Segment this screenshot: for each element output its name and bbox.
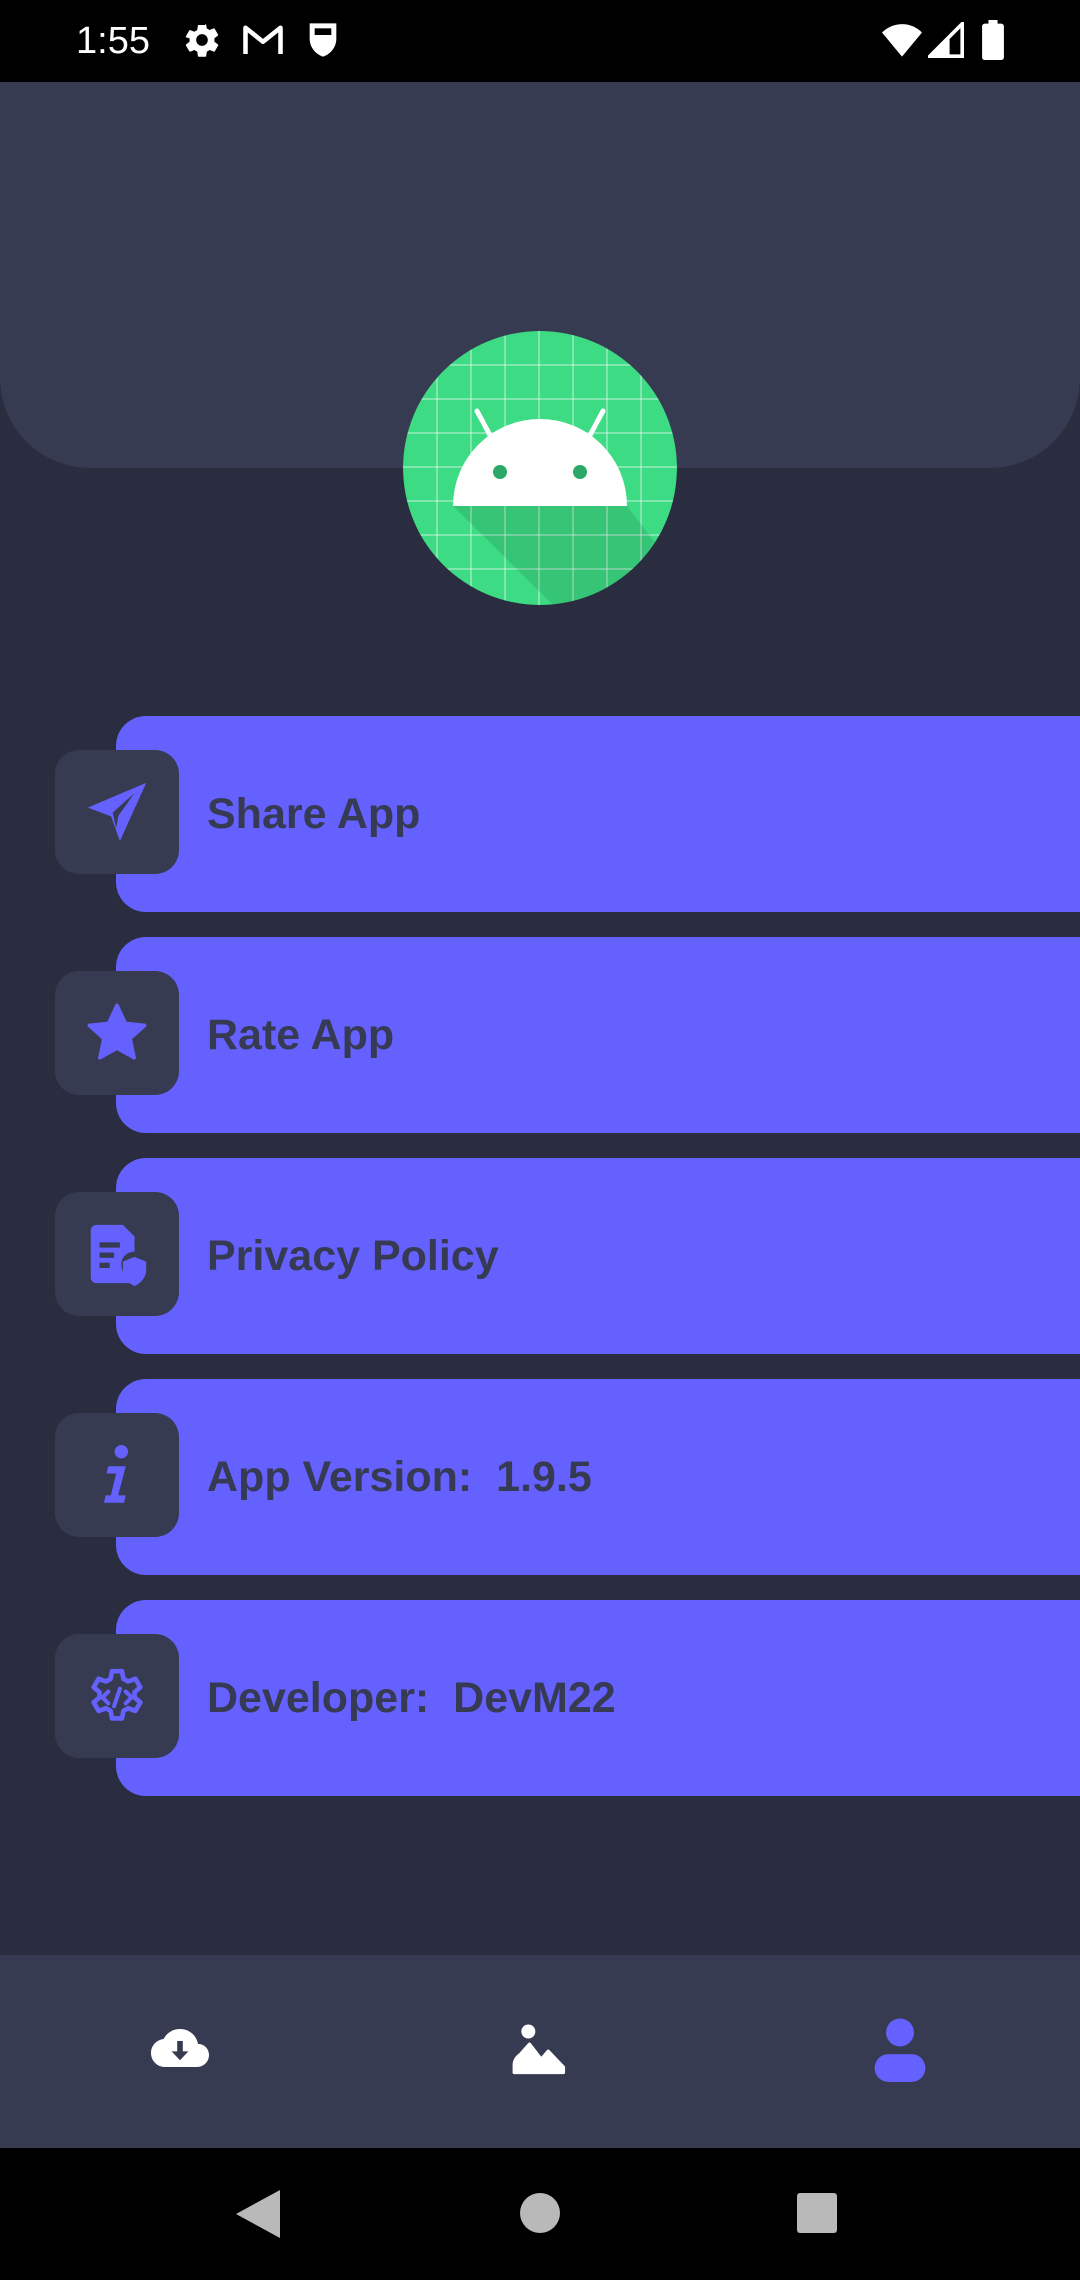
- settings-icon: [182, 20, 222, 65]
- home-icon[interactable]: [519, 2192, 561, 2239]
- privacy-policy-icon: [55, 1192, 179, 1316]
- nav-gallery[interactable]: [360, 1955, 720, 2148]
- developer-label: Developer: DevM22: [207, 1673, 616, 1722]
- send-icon: [55, 750, 179, 874]
- nav-profile[interactable]: [720, 1955, 1080, 2148]
- system-navigation-bar: [0, 2148, 1080, 2280]
- rate-app-item[interactable]: Rate App: [0, 937, 1080, 1133]
- battery-icon: [982, 20, 1004, 65]
- cloud-download-icon: [150, 2025, 210, 2078]
- privacy-policy-item[interactable]: Privacy Policy: [0, 1158, 1080, 1354]
- status-time: 1:55: [76, 20, 150, 62]
- shield-icon: [306, 20, 340, 65]
- rate-app-label: Rate App: [207, 1010, 395, 1059]
- gmail-icon: [242, 20, 284, 65]
- app-version-item[interactable]: App Version: 1.9.5: [0, 1379, 1080, 1575]
- info-icon: [55, 1413, 179, 1537]
- wifi-icon: [882, 22, 922, 63]
- recents-icon[interactable]: [797, 2193, 837, 2238]
- profile-icon: [874, 2016, 926, 2087]
- developer-settings-icon: [55, 1634, 179, 1758]
- app-version-label: App Version: 1.9.5: [207, 1452, 592, 1501]
- bottom-navigation: [0, 1955, 1080, 2148]
- gallery-icon: [511, 2021, 569, 2082]
- status-bar: 1:55: [0, 0, 1080, 82]
- android-logo-icon: [403, 331, 677, 605]
- nav-downloads[interactable]: [0, 1955, 360, 2148]
- developer-item[interactable]: Developer: DevM22: [0, 1600, 1080, 1796]
- star-icon: [55, 971, 179, 1095]
- signal-icon: [925, 19, 964, 63]
- share-app-item[interactable]: Share App: [0, 716, 1080, 912]
- back-icon[interactable]: [236, 2190, 280, 2243]
- share-app-label: Share App: [207, 789, 421, 838]
- privacy-policy-label: Privacy Policy: [207, 1231, 499, 1280]
